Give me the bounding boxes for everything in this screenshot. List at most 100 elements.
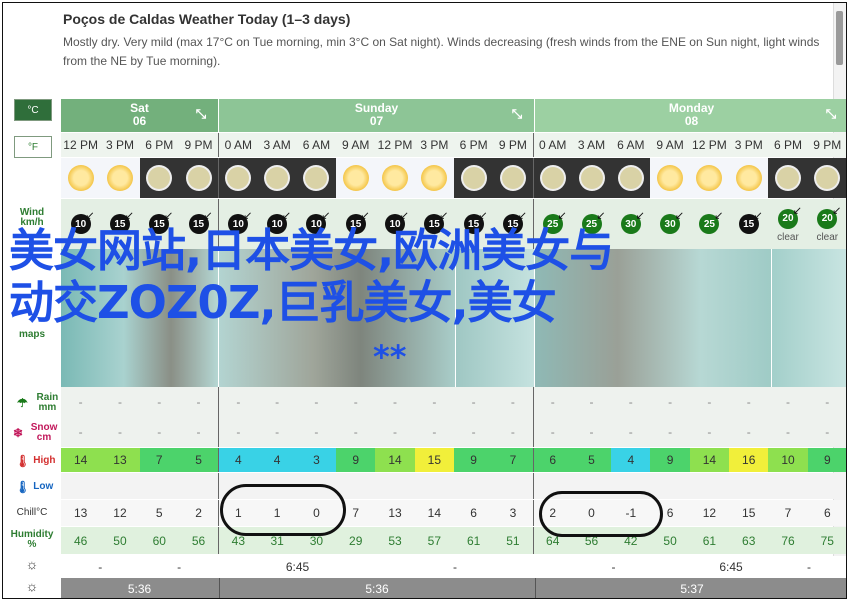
- weather-map-mon-night[interactable]: [772, 249, 846, 387]
- high-temp-cell: 10: [768, 448, 808, 472]
- snow-label-wrap: ❄ Snow cm: [13, 423, 63, 443]
- expand-icon[interactable]: ⤡: [510, 107, 524, 121]
- time-cell: 12 PM: [692, 138, 727, 152]
- low-temp-cell: [375, 473, 414, 499]
- sky-cell: [257, 158, 297, 198]
- snow-cell: -: [785, 425, 790, 439]
- wind-cell: 20 ↙ clear: [808, 199, 846, 249]
- fahrenheit-button[interactable]: °F: [14, 136, 52, 158]
- day-header-sat[interactable]: Sat 06 ⤡: [61, 99, 218, 132]
- sun-icon: [67, 165, 94, 191]
- snow-cell: -: [707, 425, 712, 439]
- chill-row: 13 12 5 2 1 1 0 7 13 14 6 3 2 0 -1 6 12 15 7 6: [61, 500, 846, 526]
- wind-arrow-icon: ↙: [399, 210, 410, 222]
- snow-cell: -: [314, 425, 319, 439]
- rain-cell: -: [117, 395, 122, 409]
- sky-cell: [100, 158, 140, 198]
- rain-row: --------------------: [61, 387, 846, 417]
- time-cell: 3 PM: [420, 138, 449, 152]
- sky-cell: [375, 158, 415, 198]
- moon-icon: [816, 167, 839, 189]
- chill-cell: 15: [742, 506, 756, 520]
- forecast-frame: Poços de Caldas Weather Today (1–3 days)…: [2, 2, 847, 599]
- maps-label: maps: [18, 329, 46, 340]
- sunset-cell: 5:36: [127, 582, 152, 596]
- snow-cell: -: [275, 425, 280, 439]
- rain-cell: -: [510, 395, 515, 409]
- high-temp-cell: 9: [650, 448, 690, 472]
- rain-cell: -: [393, 395, 398, 409]
- moon-icon: [462, 167, 485, 189]
- wind-arrow-icon: ↙: [674, 210, 685, 222]
- wind-arrow-icon: ↙: [714, 210, 724, 222]
- chill-cell: 12: [702, 506, 717, 520]
- sky-cell: [807, 158, 846, 198]
- celsius-button[interactable]: °C: [14, 99, 52, 121]
- high-temp-cell: 14: [61, 448, 101, 472]
- time-cell: 0 AM: [218, 133, 257, 157]
- time-cell: 6 PM: [145, 138, 174, 152]
- humidity-cell: 75: [820, 533, 834, 548]
- sun-icon: [382, 165, 409, 191]
- expand-icon[interactable]: ⤡: [194, 107, 208, 121]
- rain-cell: -: [353, 395, 358, 409]
- snow-cell: -: [78, 425, 83, 439]
- wind-cell: 20 ↙ clear: [768, 199, 807, 249]
- sky-cell: [768, 158, 808, 198]
- wind-note: clear: [816, 231, 839, 243]
- day-header-mon[interactable]: Monday 08 ⤡: [535, 99, 846, 132]
- chill-cell: 5: [155, 506, 163, 520]
- sky-cell: [453, 158, 494, 198]
- wind-arrow-icon: ↙: [792, 204, 802, 217]
- low-label-wrap: 🌡 Low: [15, 481, 65, 493]
- humidity-label: Humidity %: [10, 529, 54, 550]
- scrollbar-thumb[interactable]: [836, 11, 843, 65]
- expand-icon[interactable]: ⤡: [824, 107, 838, 121]
- snow-cell: -: [157, 425, 162, 439]
- thermometer-high-icon: 🌡: [15, 454, 31, 468]
- low-temp-cell: [454, 473, 493, 499]
- time-cell: 6 PM: [773, 138, 802, 152]
- moon-icon: [501, 167, 524, 189]
- snow-cell: -: [117, 425, 122, 439]
- wind-arrow-icon: ↙: [243, 210, 253, 222]
- sun-icon: [342, 165, 369, 191]
- rain-label: Rain mm: [36, 392, 59, 413]
- high-label: High: [33, 455, 56, 466]
- sun-icon: [657, 165, 684, 191]
- sunrise-cell: -: [98, 560, 103, 574]
- moon-icon: [305, 167, 328, 189]
- day-date: 08: [684, 114, 699, 128]
- sky-cell: [296, 158, 337, 198]
- chill-cell: 6: [823, 506, 831, 520]
- low-temp-cell: [729, 473, 768, 499]
- rain-label-wrap: ☂ Rain mm: [17, 393, 65, 413]
- humidity-cell: 50: [113, 533, 127, 548]
- rain-cell: -: [628, 395, 633, 409]
- high-temp-row: 14 13 7 5 4 4 3 9 14 15 9 7 6 5 4 9 14 16 10 9: [61, 448, 846, 472]
- wind-arrow-icon: ↙: [753, 210, 763, 222]
- sunrise-icon: ☼: [25, 556, 39, 572]
- sunrise-cell: -: [807, 560, 811, 574]
- time-cell: 12 PM: [63, 138, 98, 152]
- rain-cell: -: [668, 395, 673, 409]
- overlay-text: 美女网站,日本美女,欧洲美女与 动交ZOZ0Z,巨乳美女,美女: [9, 225, 614, 329]
- humidity-cell: 76: [781, 533, 795, 548]
- low-label: Low: [33, 481, 54, 492]
- wind-direction-icon: 20 ↙: [775, 204, 802, 232]
- rain-cell: -: [471, 395, 476, 409]
- rain-cell: -: [275, 395, 280, 409]
- moon-icon: [148, 167, 171, 189]
- day-header-sun[interactable]: Sunday 07 ⤡: [219, 99, 534, 132]
- rain-cell: -: [825, 395, 830, 409]
- snow-cell: -: [628, 425, 633, 439]
- wind-arrow-icon: ↙: [203, 210, 213, 222]
- annotation-oval: [220, 484, 346, 536]
- sunrise-cell: -: [453, 560, 457, 574]
- humidity-cell: 29: [349, 533, 363, 548]
- sun-icon: [696, 165, 723, 191]
- humidity-cell: 61: [702, 533, 717, 548]
- snow-cell: -: [510, 425, 515, 439]
- wind-direction-icon: 20 ↙: [814, 205, 841, 232]
- humidity-cell: 50: [663, 533, 677, 548]
